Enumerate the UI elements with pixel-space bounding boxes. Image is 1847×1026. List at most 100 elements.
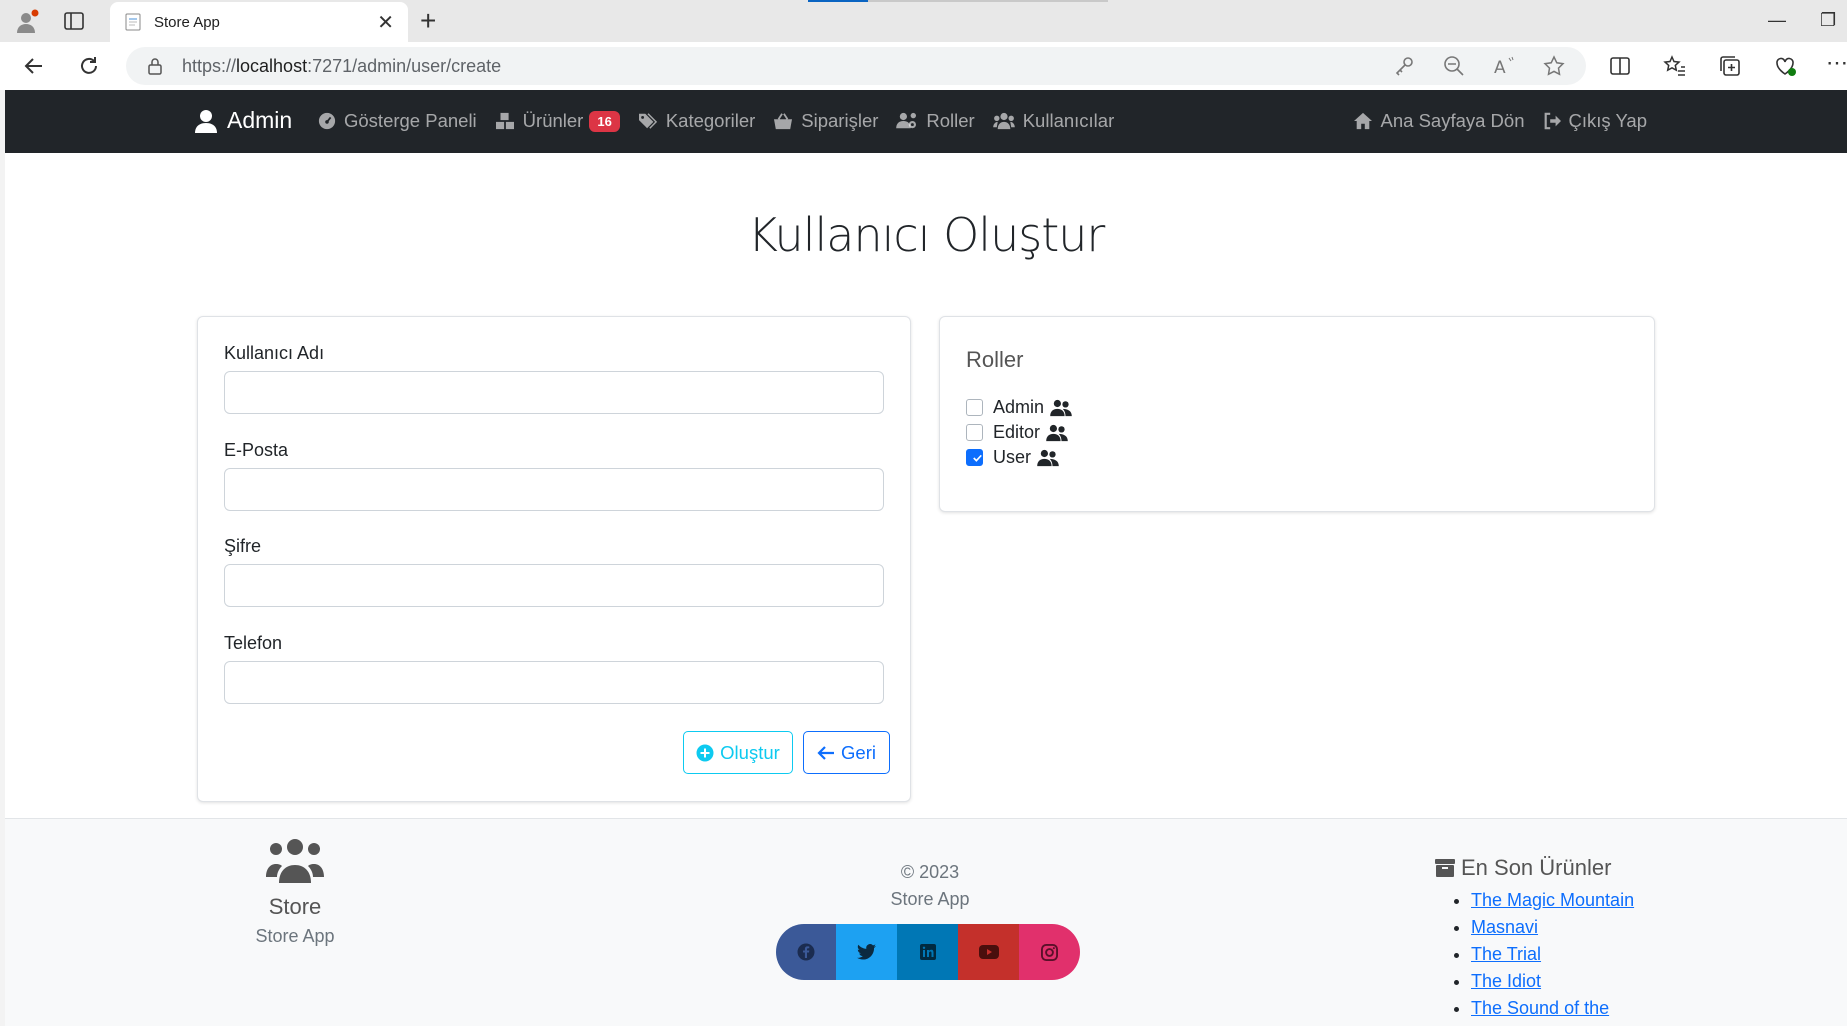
user-form-card: Kullanıcı Adı E-Posta Şifre Telefon Oluş… bbox=[197, 316, 911, 802]
tags-icon bbox=[638, 113, 657, 129]
home-icon bbox=[1353, 112, 1372, 130]
footer-copyright-block: © 2023 Store App bbox=[685, 859, 1175, 913]
footer-copyright: © 2023 bbox=[900, 862, 960, 882]
nav-item-label: Roller bbox=[926, 110, 975, 131]
list-item: Masnavi bbox=[1471, 914, 1634, 941]
close-tab-icon[interactable]: ✕ bbox=[377, 10, 394, 35]
plus-circle-icon bbox=[696, 744, 714, 761]
role-checkbox[interactable] bbox=[966, 424, 983, 441]
role-item-admin[interactable]: Admin bbox=[966, 397, 1072, 418]
page-viewport: Admin Gösterge Paneli Ürünler 16 Kategor… bbox=[5, 90, 1847, 1026]
nav-item-products[interactable]: Ürünler 16 bbox=[495, 110, 620, 132]
collections-icon[interactable] bbox=[1718, 54, 1742, 78]
product-link[interactable]: The Trial bbox=[1471, 944, 1541, 964]
new-tab-icon[interactable]: + bbox=[420, 6, 436, 36]
role-item-user[interactable]: User bbox=[966, 447, 1059, 468]
list-item: The Sound of the bbox=[1471, 995, 1634, 1022]
url-field[interactable]: https://localhost:7271/admin/user/create bbox=[126, 47, 1586, 85]
nav-item-logout[interactable]: Çıkış Yap bbox=[1543, 110, 1647, 132]
password-label: Şifre bbox=[224, 536, 262, 556]
arrow-left-icon bbox=[817, 745, 835, 760]
instagram-button[interactable] bbox=[1019, 924, 1080, 980]
nav-item-label: Ana Sayfaya Dön bbox=[1380, 110, 1525, 131]
page-title: Kullanıcı Oluştur bbox=[747, 208, 1106, 262]
password-key-icon[interactable] bbox=[1392, 54, 1416, 78]
nav-item-users[interactable]: Kullanıcılar bbox=[992, 110, 1114, 132]
instagram-icon bbox=[1041, 943, 1058, 961]
phone-label: Telefon bbox=[224, 633, 283, 653]
password-input[interactable] bbox=[224, 564, 884, 607]
create-button[interactable]: Oluştur bbox=[683, 731, 793, 774]
minimize-icon[interactable]: — bbox=[1768, 10, 1786, 31]
restore-icon[interactable]: ❐ bbox=[1820, 10, 1836, 31]
role-item-editor[interactable]: Editor bbox=[966, 422, 1068, 443]
read-aloud-icon[interactable]: A bbox=[1492, 54, 1516, 78]
nav-item-home[interactable]: Ana Sayfaya Dön bbox=[1353, 110, 1525, 132]
user-icon bbox=[195, 109, 217, 133]
nav-item-orders[interactable]: Siparişler bbox=[773, 110, 878, 132]
url-text: https://localhost:7271/admin/user/create bbox=[182, 55, 502, 76]
facebook-button[interactable] bbox=[776, 924, 836, 980]
back-icon[interactable] bbox=[22, 54, 46, 78]
latest-products-block: En Son Ürünler The Magic Mountain Masnav… bbox=[1435, 855, 1634, 1022]
role-label: Admin bbox=[993, 397, 1045, 417]
nav-item-label: Ürünler bbox=[522, 110, 584, 131]
product-link[interactable]: The Sound of the bbox=[1471, 998, 1609, 1018]
basket-icon bbox=[774, 113, 793, 130]
product-link[interactable]: The Magic Mountain bbox=[1471, 890, 1634, 910]
email-label: E-Posta bbox=[224, 440, 289, 460]
address-bar-row: https://localhost:7271/admin/user/create… bbox=[0, 42, 1847, 90]
tab-title: Store App bbox=[154, 13, 220, 31]
role-label: User bbox=[993, 447, 1032, 467]
users-icon bbox=[1037, 449, 1059, 466]
users-icon bbox=[266, 839, 324, 883]
zoom-out-icon[interactable] bbox=[1442, 54, 1466, 78]
lock-icon[interactable] bbox=[146, 57, 164, 75]
favorite-star-icon[interactable] bbox=[1542, 54, 1566, 78]
split-screen-icon[interactable] bbox=[1608, 54, 1632, 78]
linkedin-icon bbox=[919, 944, 936, 960]
favorites-icon[interactable] bbox=[1663, 54, 1687, 78]
footer-store-sub: Store App bbox=[255, 926, 335, 946]
back-button[interactable]: Geri bbox=[803, 731, 890, 774]
browser-tab-bar: Store App ✕ + — ❐ bbox=[0, 0, 1847, 42]
dashboard-icon bbox=[318, 112, 336, 130]
nav-item-roles[interactable]: Roller bbox=[896, 110, 975, 132]
youtube-icon bbox=[978, 945, 999, 959]
facebook-icon bbox=[797, 943, 815, 961]
users-icon bbox=[1050, 399, 1072, 416]
refresh-icon[interactable] bbox=[77, 54, 101, 78]
profile-icon[interactable] bbox=[14, 9, 40, 35]
product-link[interactable]: The Idiot bbox=[1471, 971, 1541, 991]
username-input[interactable] bbox=[224, 371, 884, 414]
users-icon bbox=[992, 112, 1015, 130]
navbar-brand[interactable]: Admin bbox=[195, 107, 292, 134]
brand-label: Admin bbox=[227, 107, 293, 133]
phone-input[interactable] bbox=[224, 661, 884, 704]
list-item: The Magic Mountain bbox=[1471, 887, 1634, 914]
latest-products-list: The Magic Mountain Masnavi The Trial The… bbox=[1471, 887, 1634, 1022]
youtube-button[interactable] bbox=[958, 924, 1019, 980]
social-buttons bbox=[776, 924, 1080, 980]
footer-store-block: Store Store App bbox=[235, 837, 355, 947]
nav-item-label: Siparişler bbox=[801, 110, 879, 131]
role-checkbox-checked[interactable] bbox=[966, 449, 983, 466]
back-button-label: Geri bbox=[841, 741, 876, 763]
footer-app-name: Store App bbox=[890, 889, 970, 909]
browser-essentials-icon[interactable] bbox=[1773, 54, 1797, 78]
page-favicon-icon bbox=[125, 13, 141, 31]
email-input[interactable] bbox=[224, 468, 884, 511]
tab-actions-icon[interactable] bbox=[64, 12, 84, 30]
latest-products-title: En Son Ürünler bbox=[1461, 855, 1612, 880]
list-item: The Idiot bbox=[1471, 968, 1634, 995]
nav-item-dashboard[interactable]: Gösterge Paneli bbox=[318, 110, 477, 132]
twitter-button[interactable] bbox=[836, 924, 897, 980]
more-options-icon[interactable]: ⋯ bbox=[1826, 50, 1847, 76]
loading-indicator bbox=[808, 0, 1108, 2]
browser-tab[interactable]: Store App ✕ bbox=[110, 2, 408, 42]
linkedin-button[interactable] bbox=[897, 924, 958, 980]
nav-item-categories[interactable]: Kategoriler bbox=[638, 110, 755, 132]
sign-out-icon bbox=[1544, 112, 1561, 130]
product-link[interactable]: Masnavi bbox=[1471, 917, 1538, 937]
role-checkbox[interactable] bbox=[966, 399, 983, 416]
